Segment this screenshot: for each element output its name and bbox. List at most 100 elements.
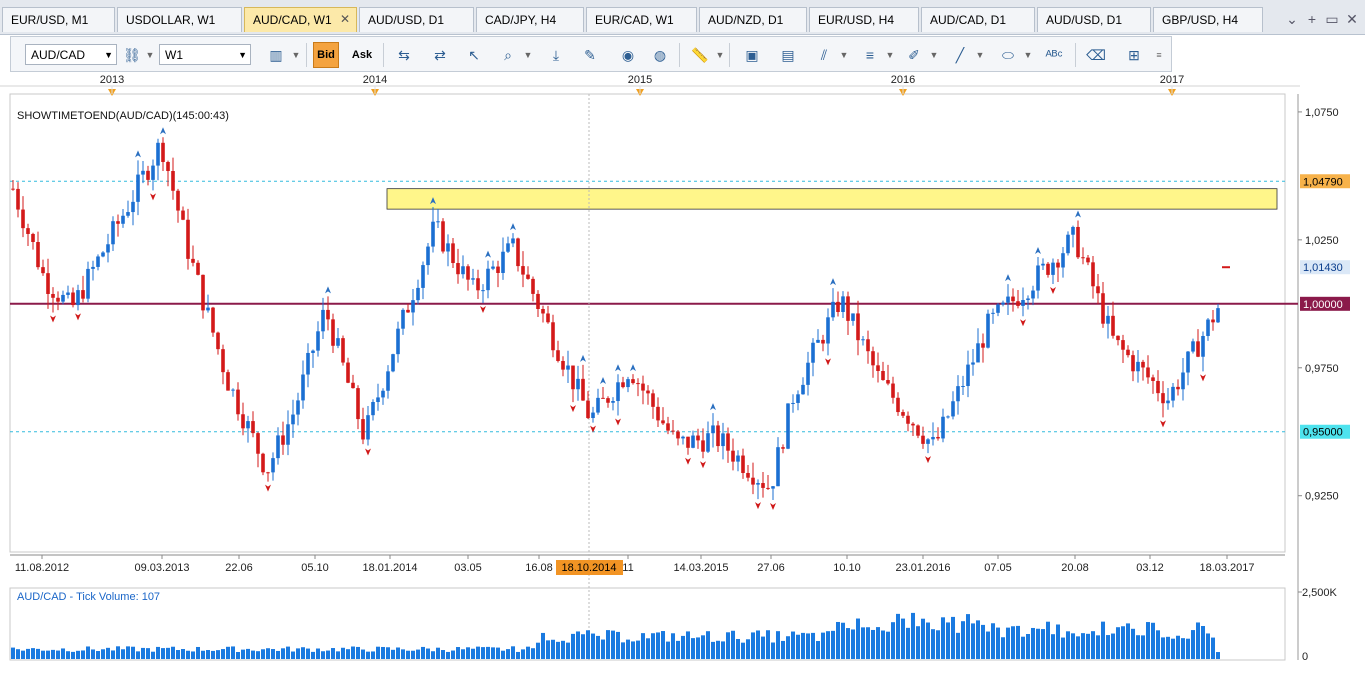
close-icon[interactable]: ✕ bbox=[1342, 9, 1362, 29]
symbol-selector[interactable]: AUD/CAD ▼ bbox=[25, 44, 117, 65]
tab[interactable]: AUD/NZD, D1 bbox=[699, 7, 807, 32]
candle-body bbox=[781, 447, 785, 449]
tab[interactable]: AUD/USD, D1 bbox=[1037, 7, 1151, 32]
volume-bar bbox=[396, 647, 400, 659]
candle-body bbox=[561, 360, 565, 370]
tab[interactable]: EUR/USD, H4 bbox=[809, 7, 919, 32]
candle-body bbox=[1041, 263, 1045, 266]
candle-body bbox=[701, 440, 705, 452]
layout-icon[interactable]: ▤ bbox=[775, 42, 801, 68]
candle-body bbox=[891, 383, 895, 398]
volume-bar bbox=[496, 647, 500, 659]
eraser-icon[interactable]: ⌫ bbox=[1083, 42, 1109, 68]
chevron-down-icon[interactable]: ▼ bbox=[291, 42, 301, 68]
candle-body bbox=[466, 266, 470, 280]
fibonacci-icon[interactable]: ⫽ bbox=[811, 42, 837, 68]
volume-bar bbox=[636, 640, 640, 659]
volume-bar bbox=[46, 650, 50, 659]
eye-icon[interactable]: ◉ bbox=[615, 42, 641, 68]
price-tick-label: 1,0250 bbox=[1305, 235, 1339, 247]
volume-bar bbox=[916, 626, 920, 659]
volume-bar bbox=[731, 630, 735, 659]
tab-label: GBP/USD, H4 bbox=[1162, 13, 1239, 27]
tab[interactable]: EUR/USD, M1 bbox=[2, 7, 115, 32]
chevron-down-icon[interactable]: ⌄ bbox=[1282, 9, 1302, 29]
tab[interactable]: EUR/CAD, W1 bbox=[586, 7, 697, 32]
candle-body bbox=[366, 415, 370, 440]
candle-body bbox=[746, 472, 750, 478]
volume-axis-label: 0 bbox=[1302, 651, 1308, 663]
volume-bar bbox=[1191, 630, 1195, 659]
volume-bar bbox=[51, 649, 55, 659]
edit-icon[interactable]: ✎ bbox=[577, 42, 603, 68]
lines-icon[interactable]: ≡ bbox=[857, 42, 883, 68]
tab-label: EUR/USD, M1 bbox=[11, 13, 89, 27]
pointer-icon[interactable]: ↖ bbox=[461, 42, 487, 68]
tab[interactable]: AUD/CAD, D1 bbox=[921, 7, 1035, 32]
restore-icon[interactable]: ▭ bbox=[1322, 9, 1342, 29]
candle-body bbox=[1076, 226, 1080, 258]
chevron-down-icon[interactable]: ▼ bbox=[885, 42, 895, 68]
timeframe-value: W1 bbox=[165, 48, 183, 62]
tab[interactable]: GBP/USD, H4 bbox=[1153, 7, 1263, 32]
candle-body bbox=[301, 374, 305, 401]
ruler-icon[interactable]: 📏 bbox=[687, 42, 713, 68]
hierarchy-icon[interactable]: ⊞ bbox=[1121, 42, 1147, 68]
volume-bar bbox=[61, 648, 65, 659]
close-icon[interactable]: ✕ bbox=[340, 12, 350, 26]
ask-button[interactable]: Ask bbox=[349, 42, 375, 68]
ellipse-icon[interactable]: ⬭ bbox=[995, 42, 1021, 68]
candle-body bbox=[1031, 290, 1035, 299]
chevron-down-icon[interactable]: ▼ bbox=[1023, 42, 1033, 68]
candle-body bbox=[36, 242, 40, 268]
volume-bar bbox=[981, 624, 985, 659]
pen-icon[interactable]: ✐ bbox=[901, 42, 927, 68]
link-icon[interactable]: ⛓ bbox=[119, 42, 145, 68]
chevron-down-icon[interactable]: ▼ bbox=[145, 42, 155, 68]
more-icon[interactable]: ≡ bbox=[1153, 42, 1165, 68]
bid-button[interactable]: Bid bbox=[313, 42, 339, 68]
tab[interactable]: AUD/USD, D1 bbox=[359, 7, 474, 32]
chart-area[interactable]: 2013 2014 2015 2016 2017 SHOWTIMETOEND(AUD/CA… bbox=[0, 74, 1365, 674]
volume-bar bbox=[286, 646, 290, 659]
candle-body bbox=[1091, 262, 1095, 287]
date-label: 09.03.2013 bbox=[134, 562, 189, 574]
chevron-down-icon[interactable]: ▼ bbox=[839, 42, 849, 68]
candle-body bbox=[491, 266, 495, 269]
chevron-down-icon[interactable]: ▼ bbox=[523, 42, 533, 68]
candle-body bbox=[1096, 286, 1100, 294]
candle-body bbox=[56, 297, 60, 302]
text-icon[interactable]: ᴬᴮᶜ bbox=[1041, 42, 1067, 68]
tab[interactable]: USDOLLAR, W1 bbox=[117, 7, 242, 32]
timeframe-selector[interactable]: W1 ▼ bbox=[159, 44, 251, 65]
chevron-down-icon[interactable]: ▼ bbox=[715, 42, 725, 68]
plus-icon[interactable]: + bbox=[1302, 9, 1322, 29]
crosshair-icon[interactable]: ⇄ bbox=[427, 42, 453, 68]
volume-bar bbox=[1156, 630, 1160, 659]
tab-active[interactable]: AUD/CAD, W1 ✕ bbox=[244, 7, 357, 32]
globe-icon[interactable]: ◍ bbox=[647, 42, 673, 68]
candle-body bbox=[771, 486, 775, 489]
chevron-down-icon[interactable]: ▼ bbox=[975, 42, 985, 68]
candle-body bbox=[1111, 315, 1115, 336]
arrow-down-icon[interactable]: ⤓ bbox=[543, 42, 569, 68]
volume-bar bbox=[1141, 635, 1145, 659]
zoom-icon[interactable]: ⌕ bbox=[495, 42, 521, 68]
volume-bar bbox=[41, 650, 45, 659]
candle-body bbox=[901, 412, 905, 416]
chevron-down-icon[interactable]: ▼ bbox=[929, 42, 939, 68]
image-icon[interactable]: ▣ bbox=[739, 42, 765, 68]
candle-body bbox=[1186, 351, 1190, 373]
chart-type-icon[interactable]: ▥ bbox=[263, 42, 289, 68]
candle-body bbox=[711, 425, 715, 434]
cursor-icon[interactable]: ⇆ bbox=[391, 42, 417, 68]
volume-bar bbox=[306, 648, 310, 659]
date-label: 14.03.2015 bbox=[673, 562, 728, 574]
trendline-icon[interactable]: ╱ bbox=[947, 42, 973, 68]
price-level-label: 1,04790 bbox=[1303, 176, 1343, 188]
candle-body bbox=[156, 142, 160, 166]
volume-bar bbox=[336, 651, 340, 659]
candle-body bbox=[51, 293, 55, 298]
candle-body bbox=[1171, 386, 1175, 401]
tab[interactable]: CAD/JPY, H4 bbox=[476, 7, 584, 32]
